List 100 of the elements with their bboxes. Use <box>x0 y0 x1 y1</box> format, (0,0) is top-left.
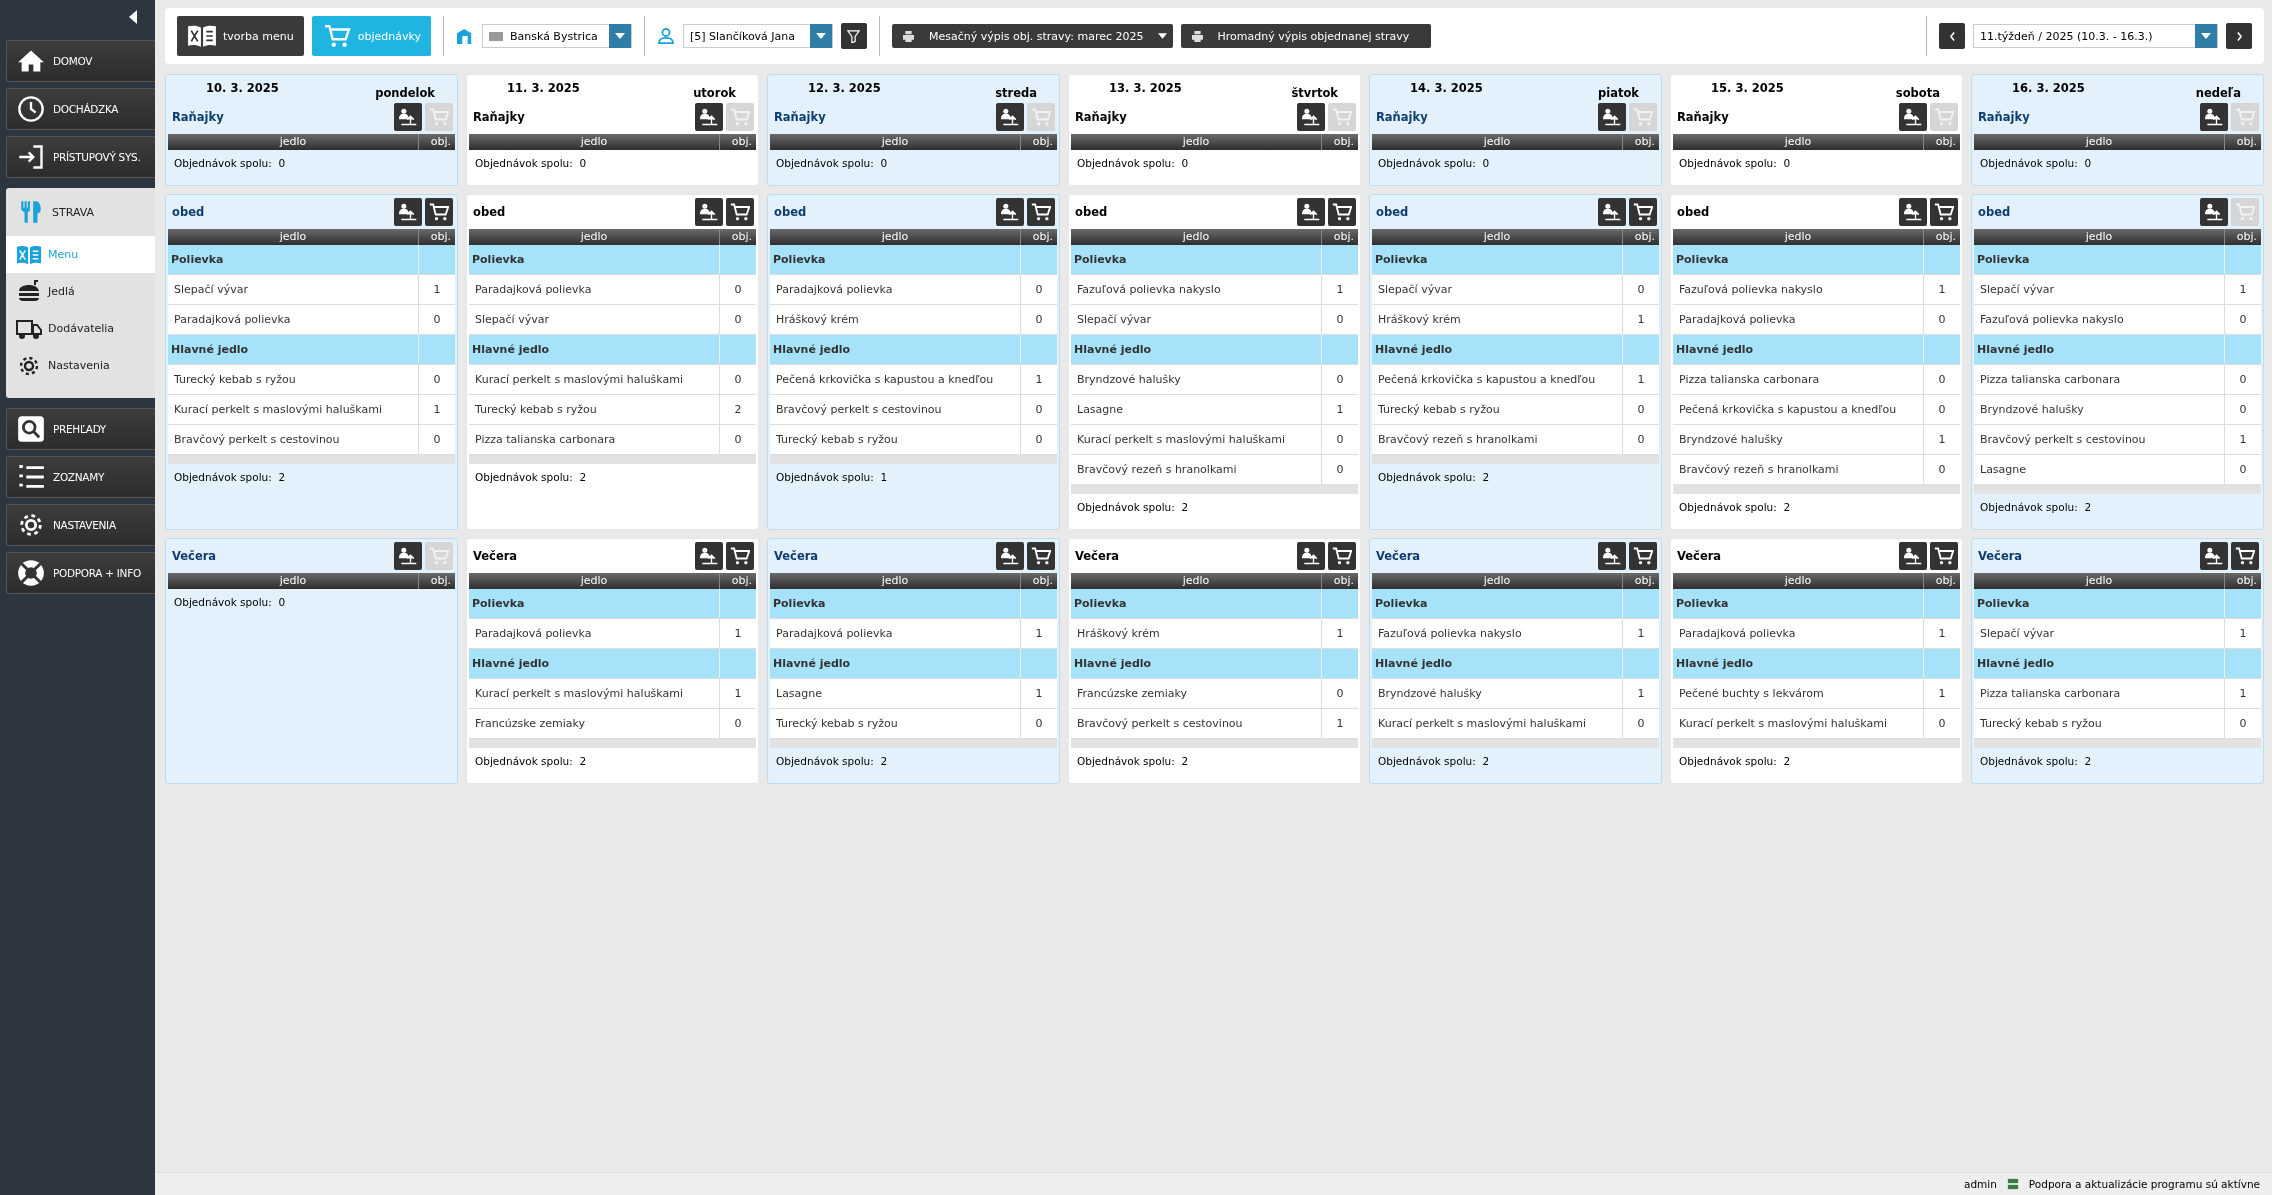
cart-button[interactable] <box>726 542 754 570</box>
cart-button[interactable] <box>726 198 754 226</box>
tab[interactable]: tvorba menu <box>177 16 304 56</box>
person-upload-icon <box>1903 546 1923 566</box>
food-cell: Slepačí vývar <box>469 305 720 334</box>
assign-button[interactable] <box>996 542 1024 570</box>
sidebar-item[interactable]: PODPORA + INFO <box>6 552 155 594</box>
assign-button[interactable] <box>1297 198 1325 226</box>
sidebar-item[interactable]: ZOZNAMY <box>6 456 155 498</box>
food-cell: Slepačí vývar <box>168 275 419 304</box>
meal-title: Raňajky <box>1978 110 2031 124</box>
food-cell: Turecký kebab s ryžou <box>1372 395 1623 424</box>
sidebar-item[interactable]: DOCHÁDZKA <box>6 88 155 130</box>
order-count-cell-text: 0 <box>432 373 442 386</box>
day-date: 11. 3. 2025 <box>507 81 580 97</box>
assign-button[interactable] <box>1598 103 1626 131</box>
assign-button[interactable] <box>1297 542 1325 570</box>
collapse-icon[interactable] <box>129 10 137 24</box>
order-count-cell-text: 0 <box>1636 717 1646 730</box>
order-total: Objednávok spolu: 0 <box>474 156 588 169</box>
cart-button[interactable] <box>1328 198 1356 226</box>
meal-title: Raňajky <box>1075 110 1128 124</box>
assign-button[interactable] <box>1297 103 1325 131</box>
sidebar-subitem[interactable]: Dodávatelia <box>6 310 155 347</box>
assign-button[interactable] <box>1899 542 1927 570</box>
filter-button[interactable] <box>840 23 867 49</box>
sidebar-item[interactable]: PRÍSTUPOVÝ SYS. <box>6 136 155 178</box>
location-select[interactable]: Banská Bystrica <box>481 24 632 48</box>
day-date: 14. 3. 2025 <box>1410 81 1483 97</box>
person-upload-icon <box>1301 107 1321 127</box>
column-header: obj. <box>2235 573 2258 589</box>
meal-title: Večera <box>1978 549 2024 563</box>
cart-icon <box>1031 546 1051 566</box>
assign-button[interactable] <box>695 542 723 570</box>
meal-title: Raňajky <box>774 110 827 124</box>
assign-button[interactable] <box>394 542 422 570</box>
assign-button[interactable] <box>2200 198 2228 226</box>
person-upload-icon <box>1000 546 1020 566</box>
food-cell: Lasagne <box>770 679 1021 708</box>
order-total: Objednávok spolu: 1 <box>775 470 889 483</box>
order-count-cell-text: 0 <box>1034 433 1044 446</box>
cart-button[interactable] <box>1328 542 1356 570</box>
assign-button[interactable] <box>996 198 1024 226</box>
cart-button[interactable] <box>1930 198 1958 226</box>
column-header: obj. <box>1934 134 1957 150</box>
next-week-button[interactable] <box>2226 23 2252 49</box>
cart-button[interactable] <box>1629 198 1657 226</box>
food-cell: Pečená krkovička s kapustou a knedľou <box>1673 395 1924 424</box>
assign-button[interactable] <box>1598 198 1626 226</box>
cart-button[interactable] <box>2231 542 2259 570</box>
order-count-cell-text: 0 <box>733 313 743 326</box>
meal-title: Raňajky <box>473 110 526 124</box>
column-header: obj. <box>1332 134 1355 150</box>
category-cell: Polievka <box>770 589 1021 618</box>
person-upload-icon <box>398 546 418 566</box>
assign-button[interactable] <box>2200 103 2228 131</box>
cart-icon <box>1332 107 1352 127</box>
monthly-report-button[interactable]: Mesačný výpis obj. stravy: marec 2025 <box>891 24 1173 48</box>
assign-button[interactable] <box>1598 542 1626 570</box>
food-cell: Kurací perkelt s maslovými haluškami <box>168 395 419 424</box>
sidebar-item[interactable]: PREHĽADY <box>6 408 155 450</box>
order-count-cell-text: 0 <box>1937 717 1947 730</box>
order-count-cell-text: 1 <box>1636 373 1646 386</box>
assign-button[interactable] <box>1899 198 1927 226</box>
cart-button[interactable] <box>1027 542 1055 570</box>
person-upload-icon <box>1301 546 1321 566</box>
assign-button[interactable] <box>996 103 1024 131</box>
weekday: sobota <box>1895 86 1940 100</box>
sidebar-subitem[interactable]: Jedlá <box>6 273 155 310</box>
food-cell: Pizza talianska carbonara <box>1974 365 2225 394</box>
assign-button[interactable] <box>2200 542 2228 570</box>
assign-button[interactable] <box>1899 103 1927 131</box>
sidebar-item[interactable]: NASTAVENIA <box>6 504 155 546</box>
cart-button[interactable] <box>1930 542 1958 570</box>
person-upload-icon <box>2204 546 2224 566</box>
sidebar-subitem[interactable]: Nastavenia <box>6 347 155 384</box>
assign-button[interactable] <box>695 103 723 131</box>
food-cell: Pizza talianska carbonara <box>1974 679 2225 708</box>
category-cell: Hlavné jedlo <box>1673 335 1924 364</box>
assign-button[interactable] <box>394 198 422 226</box>
cart-button[interactable] <box>1629 542 1657 570</box>
assign-button[interactable] <box>394 103 422 131</box>
column-header: obj. <box>1332 573 1355 589</box>
bulk-report-button[interactable]: Hromadný výpis objednanej stravy <box>1180 24 1431 48</box>
sidebar-item[interactable]: STRAVA <box>6 188 155 236</box>
filter-icon <box>847 29 861 43</box>
day-date: 15. 3. 2025 <box>1711 81 1784 97</box>
assign-button[interactable] <box>695 198 723 226</box>
person-select[interactable]: [5] Slančíková Jana <box>682 24 833 48</box>
week-select[interactable]: 11.týždeň / 2025 (10.3. - 16.3.) <box>1973 24 2218 48</box>
order-count-cell-text: 0 <box>432 433 442 446</box>
cart-icon <box>1633 202 1653 222</box>
sidebar-item[interactable]: DOMOV <box>6 40 155 82</box>
previous-week-button[interactable] <box>1939 23 1965 49</box>
food-cell: Paradajková polievka <box>770 275 1021 304</box>
food-cell: Hráškový krém <box>1071 619 1322 648</box>
category-cell: Hlavné jedlo <box>469 649 720 678</box>
order-count-cell-text: 0 <box>1937 463 1947 476</box>
cart-button[interactable] <box>1027 198 1055 226</box>
cart-button[interactable] <box>425 198 453 226</box>
